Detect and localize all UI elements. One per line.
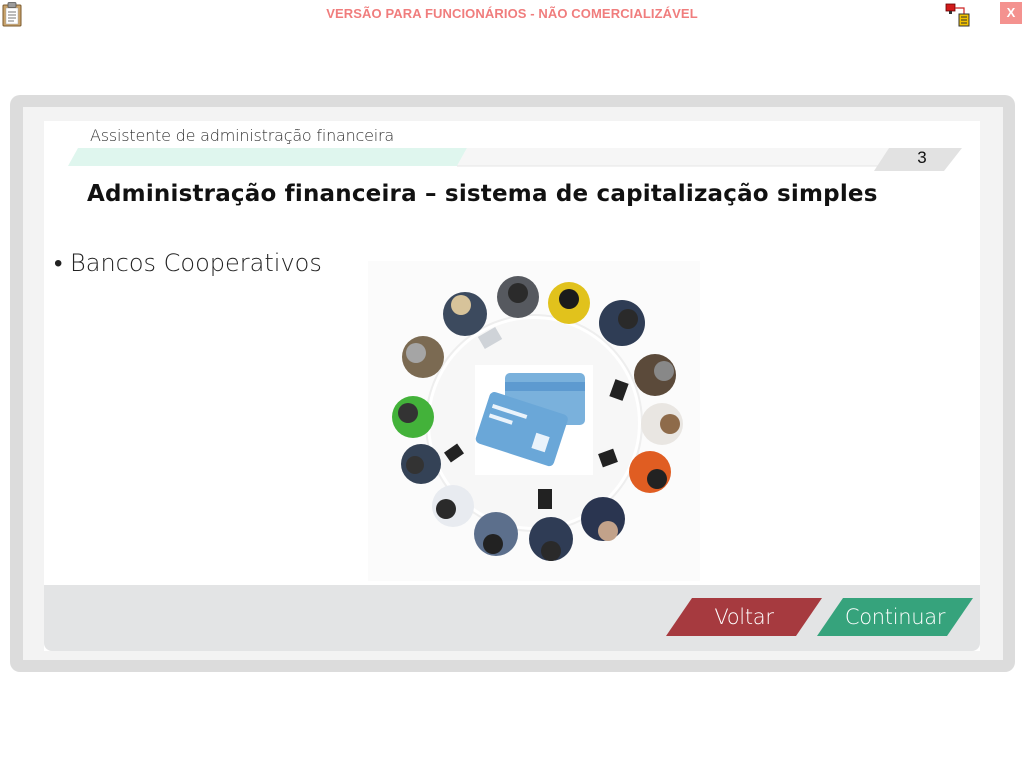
close-button[interactable]: X bbox=[1000, 2, 1022, 24]
network-icon[interactable] bbox=[945, 3, 973, 27]
people-table-illustration bbox=[368, 261, 700, 581]
continue-button-label: Continuar bbox=[844, 605, 946, 629]
slide-panel: Assistente de administração financeira 3… bbox=[44, 121, 980, 651]
continue-button[interactable]: Continuar bbox=[817, 598, 973, 636]
slide-title: Administração financeira – sistema de ca… bbox=[87, 181, 878, 207]
bullet-item: • Bancos Cooperativos bbox=[54, 249, 322, 277]
back-button[interactable]: Voltar bbox=[666, 598, 822, 636]
version-notice: VERSÃO PARA FUNCIONÁRIOS - NÃO COMERCIAL… bbox=[326, 6, 698, 21]
header-label: Assistente de administração financeira bbox=[90, 126, 395, 145]
back-button-label: Voltar bbox=[714, 605, 774, 629]
page-number: 3 bbox=[917, 148, 927, 167]
top-bar: VERSÃO PARA FUNCIONÁRIOS - NÃO COMERCIAL… bbox=[0, 0, 1024, 30]
